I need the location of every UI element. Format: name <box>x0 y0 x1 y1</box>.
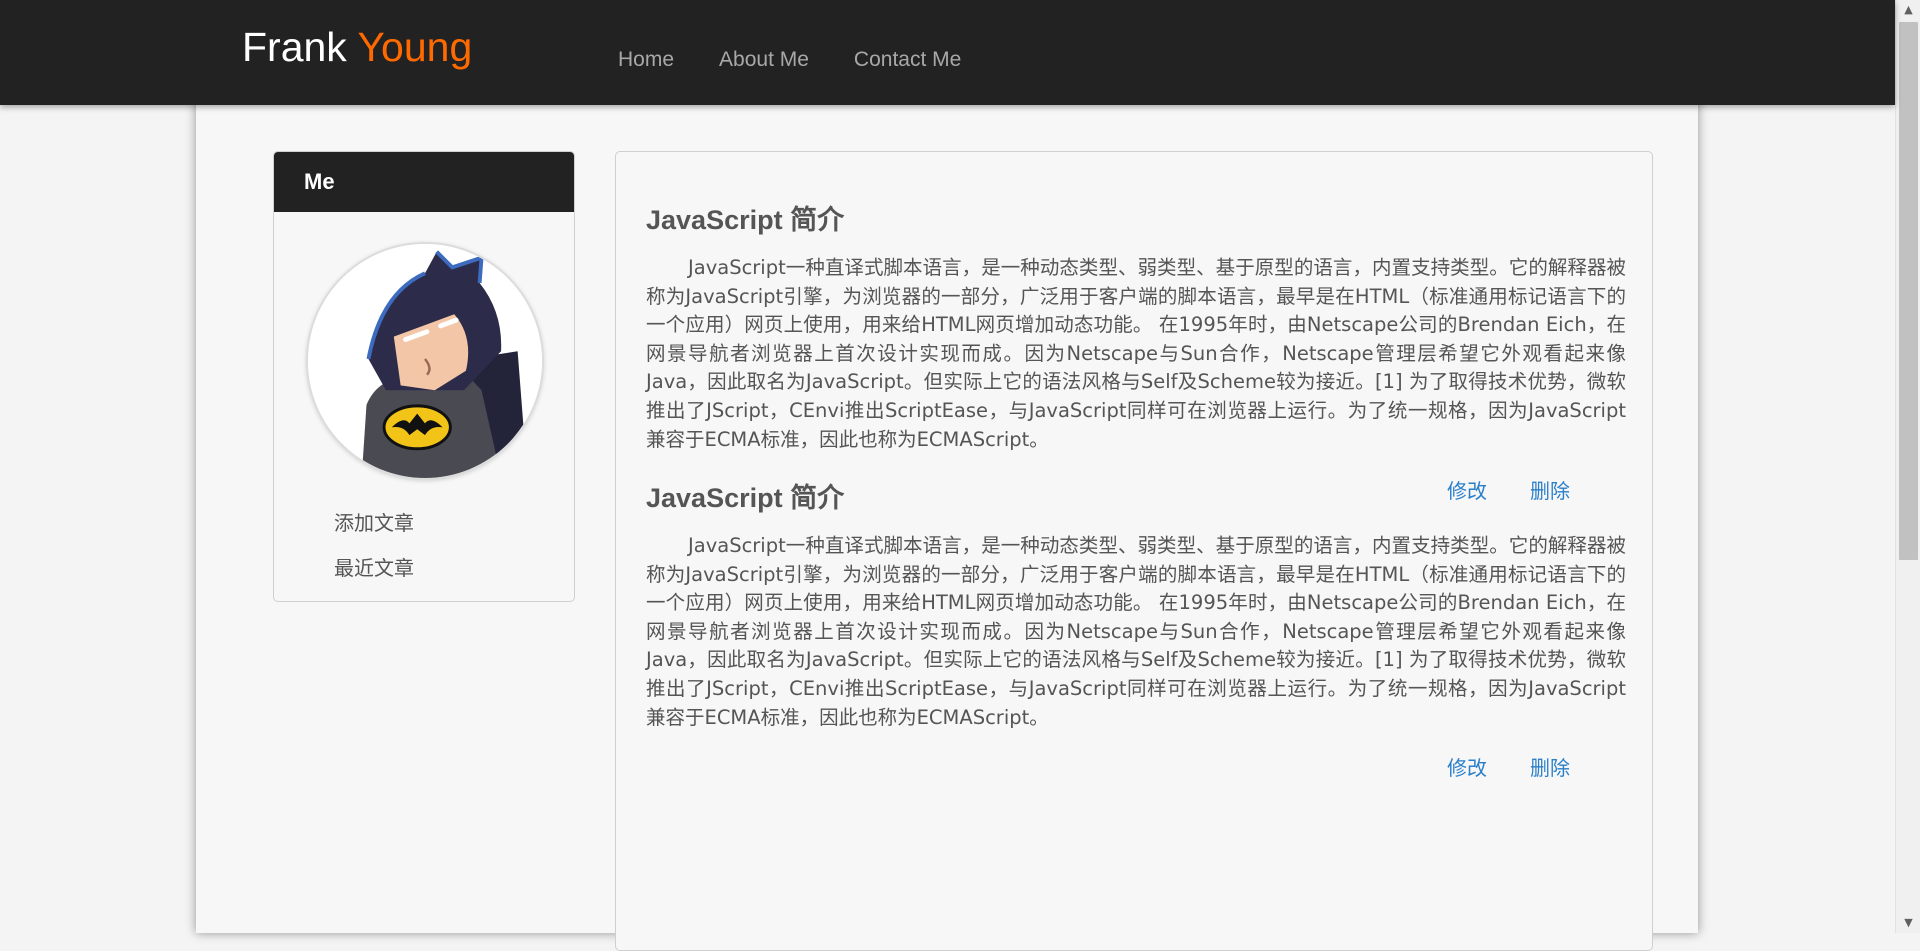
nav-contact-link[interactable]: Contact Me <box>854 48 961 72</box>
article-title[interactable]: JavaScript 简介 <box>646 476 1626 515</box>
add-article-link[interactable]: 添加文章 <box>334 509 414 554</box>
article-item: JavaScript 简介 JavaScript一种直译式脚本语言，是一种动态类… <box>646 476 1626 732</box>
nav-about-link[interactable]: About Me <box>719 48 809 72</box>
top-navbar: Frank Young Home About Me Contact Me <box>0 0 1895 105</box>
brand-logo[interactable]: Frank Young <box>242 24 472 71</box>
scroll-down-arrow-icon[interactable]: ▼ <box>1896 913 1920 933</box>
nav-home-link[interactable]: Home <box>618 48 674 72</box>
brand-first-name: Frank <box>242 24 347 70</box>
article-item: JavaScript 简介 JavaScript一种直译式脚本语言，是一种动态类… <box>646 198 1626 454</box>
main-nav: Home About Me Contact Me <box>618 48 961 72</box>
brand-last-name: Young <box>357 24 473 70</box>
profile-sidebar: Me 添加文章 最近文章 <box>273 151 575 602</box>
article-actions: 修改 删除 <box>1447 752 1570 781</box>
delete-article-button[interactable]: 删除 <box>1530 752 1570 781</box>
scrollbar-thumb[interactable] <box>1899 22 1918 560</box>
scroll-up-arrow-icon[interactable]: ▲ <box>1896 0 1920 20</box>
edit-article-button[interactable]: 修改 <box>1447 752 1487 781</box>
sidebar-title: Me <box>274 152 574 212</box>
sidebar-links: 添加文章 最近文章 <box>334 509 414 599</box>
recent-articles-link[interactable]: 最近文章 <box>334 554 414 599</box>
articles-panel: JavaScript 简介 JavaScript一种直译式脚本语言，是一种动态类… <box>615 151 1653 951</box>
article-body: JavaScript一种直译式脚本语言，是一种动态类型、弱类型、基于原型的语言，… <box>646 256 1626 451</box>
vertical-scrollbar[interactable]: ▲ ▼ <box>1895 0 1920 933</box>
batman-avatar-icon <box>306 242 544 480</box>
article-body: JavaScript一种直译式脚本语言，是一种动态类型、弱类型、基于原型的语言，… <box>646 534 1626 729</box>
article-title[interactable]: JavaScript 简介 <box>646 198 1626 237</box>
